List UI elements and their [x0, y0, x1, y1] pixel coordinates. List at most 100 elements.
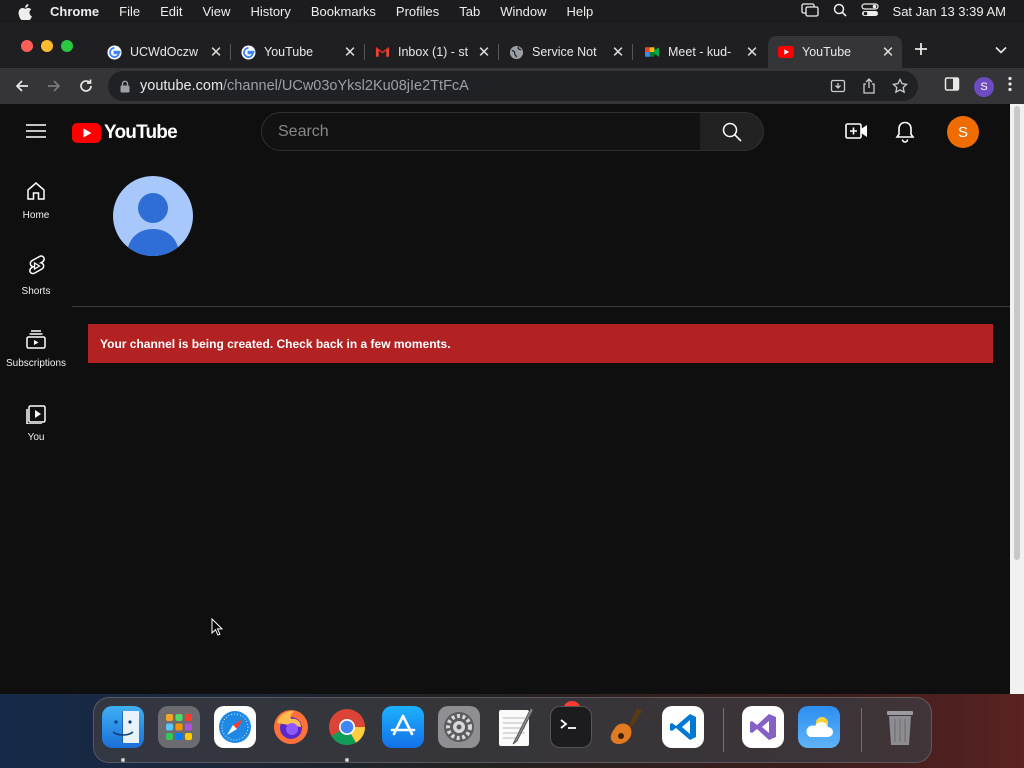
guide-item-you[interactable]: You	[0, 382, 72, 456]
account-avatar[interactable]: S	[947, 116, 979, 148]
tab-close-icon[interactable]: ✕	[476, 44, 492, 61]
tab-title: Service Not	[532, 45, 597, 59]
header-divider	[72, 306, 1010, 307]
chrome-profile-avatar[interactable]: S	[974, 76, 994, 97]
spotlight-search-icon[interactable]	[833, 3, 847, 20]
menu-history[interactable]: History	[250, 4, 290, 19]
home-icon	[27, 182, 45, 200]
menu-view[interactable]: View	[202, 4, 230, 19]
side-panel-icon[interactable]	[944, 76, 960, 97]
scrollbar-thumb[interactable]	[1014, 106, 1020, 560]
hamburger-menu-icon[interactable]	[26, 124, 46, 143]
guide-item-subscriptions[interactable]: Subscriptions	[0, 308, 72, 382]
youtube-masthead: YouTube S	[0, 104, 1010, 160]
google-g-icon	[240, 44, 256, 60]
alert-message: Your channel is being created. Check bac…	[100, 336, 451, 351]
tab-title: Inbox (1) - st	[398, 45, 469, 59]
close-window-button[interactable]	[21, 40, 33, 52]
menu-file[interactable]: File	[119, 4, 140, 19]
menu-app-name[interactable]: Chrome	[50, 4, 99, 19]
firefox-icon[interactable]	[270, 706, 312, 748]
terminal-icon[interactable]	[550, 706, 592, 748]
menu-help[interactable]: Help	[567, 4, 594, 19]
menu-tab[interactable]: Tab	[459, 4, 480, 19]
minimize-window-button[interactable]	[41, 40, 53, 52]
window-controls	[21, 40, 73, 52]
search-input[interactable]	[278, 122, 678, 141]
tab-close-icon[interactable]: ✕	[880, 44, 896, 61]
tab-separator	[632, 44, 633, 60]
chrome-icon[interactable]	[326, 706, 368, 748]
system-settings-icon[interactable]	[438, 706, 480, 748]
vscode-icon[interactable]	[662, 706, 704, 748]
search-icon	[722, 122, 742, 142]
google-g-icon	[106, 44, 122, 60]
you-icon	[26, 405, 46, 424]
shorts-icon	[29, 255, 45, 275]
new-tab-icon[interactable]	[914, 39, 928, 62]
youtube-wordmark: YouTube	[104, 122, 178, 143]
search-box	[261, 112, 701, 151]
back-arrow-icon[interactable]	[12, 76, 32, 96]
guide-item-label: Home	[22, 210, 50, 221]
url-path: /channel/UCw03oYksl2Ku08jIe2TtFcA	[223, 78, 469, 94]
tab-close-icon[interactable]: ✕	[610, 44, 626, 61]
apple-icon[interactable]	[18, 3, 36, 20]
tab-title: UCWdOczw	[130, 45, 199, 59]
share-icon[interactable]	[862, 78, 876, 99]
channel-avatar	[113, 176, 193, 256]
globe-icon	[508, 44, 524, 60]
trash-icon[interactable]	[879, 706, 921, 748]
safari-icon[interactable]	[214, 706, 256, 748]
tab-search-chevron-icon[interactable]	[995, 41, 1007, 59]
site-info-icon[interactable]	[120, 80, 130, 93]
install-app-icon[interactable]	[830, 78, 846, 99]
textedit-icon[interactable]	[494, 706, 536, 748]
screen-mirroring-icon[interactable]	[800, 3, 819, 20]
tab-2[interactable]: YouTube ✕	[230, 36, 365, 68]
tab-3[interactable]: Inbox (1) - st ✕	[364, 36, 499, 68]
default-user-icon	[127, 193, 179, 256]
chrome-menu-kebab-icon[interactable]	[1008, 76, 1012, 97]
subscriptions-icon	[26, 330, 46, 349]
tab-close-icon[interactable]: ✕	[744, 44, 760, 61]
bookmark-star-icon[interactable]	[891, 77, 909, 99]
app-store-icon[interactable]	[382, 706, 424, 748]
menu-profiles[interactable]: Profiles	[396, 4, 439, 19]
tab-1[interactable]: UCWdOczw ✕	[96, 36, 231, 68]
guide-item-home[interactable]: Home	[0, 160, 72, 234]
guide-item-label: Subscriptions	[5, 358, 67, 369]
tab-5[interactable]: Meet - kud- ✕	[634, 36, 766, 68]
forward-arrow-icon[interactable]	[44, 76, 64, 96]
guide-item-shorts[interactable]: Shorts	[0, 234, 72, 308]
tab-6-active[interactable]: YouTube ✕	[768, 36, 902, 68]
create-video-icon[interactable]	[845, 121, 869, 146]
menu-edit[interactable]: Edit	[160, 4, 182, 19]
menu-bookmarks[interactable]: Bookmarks	[311, 4, 376, 19]
search-button[interactable]	[700, 112, 764, 151]
channel-creating-alert: Your channel is being created. Check bac…	[88, 324, 993, 363]
control-center-icon[interactable]	[860, 3, 879, 20]
reload-icon[interactable]	[76, 76, 96, 96]
weather-icon[interactable]	[798, 706, 840, 748]
tab-4[interactable]: Service Not ✕	[498, 36, 633, 68]
finder-icon[interactable]	[102, 706, 144, 748]
youtube-icon	[778, 44, 794, 60]
tab-close-icon[interactable]: ✕	[342, 44, 358, 61]
launchpad-icon[interactable]	[158, 706, 200, 748]
running-indicator	[121, 758, 125, 762]
menu-window[interactable]: Window	[500, 4, 546, 19]
running-indicator	[345, 758, 349, 762]
menubar-clock[interactable]: Sat Jan 13 3:39 AM	[893, 4, 1006, 19]
url-domain: youtube.com	[140, 78, 224, 94]
visual-studio-icon[interactable]	[742, 706, 784, 748]
page-scrollbar[interactable]	[1010, 104, 1024, 694]
garageband-icon[interactable]	[606, 706, 648, 748]
guide-item-label: Shorts	[21, 286, 51, 297]
tab-close-icon[interactable]: ✕	[208, 44, 224, 61]
zoom-window-button[interactable]	[61, 40, 73, 52]
notifications-bell-icon[interactable]	[894, 120, 916, 149]
address-bar[interactable]: youtube.com/channel/UCw03oYksl2Ku08jIe2T…	[108, 71, 918, 101]
youtube-logo[interactable]: YouTube	[72, 122, 178, 144]
dock-separator	[861, 708, 862, 752]
